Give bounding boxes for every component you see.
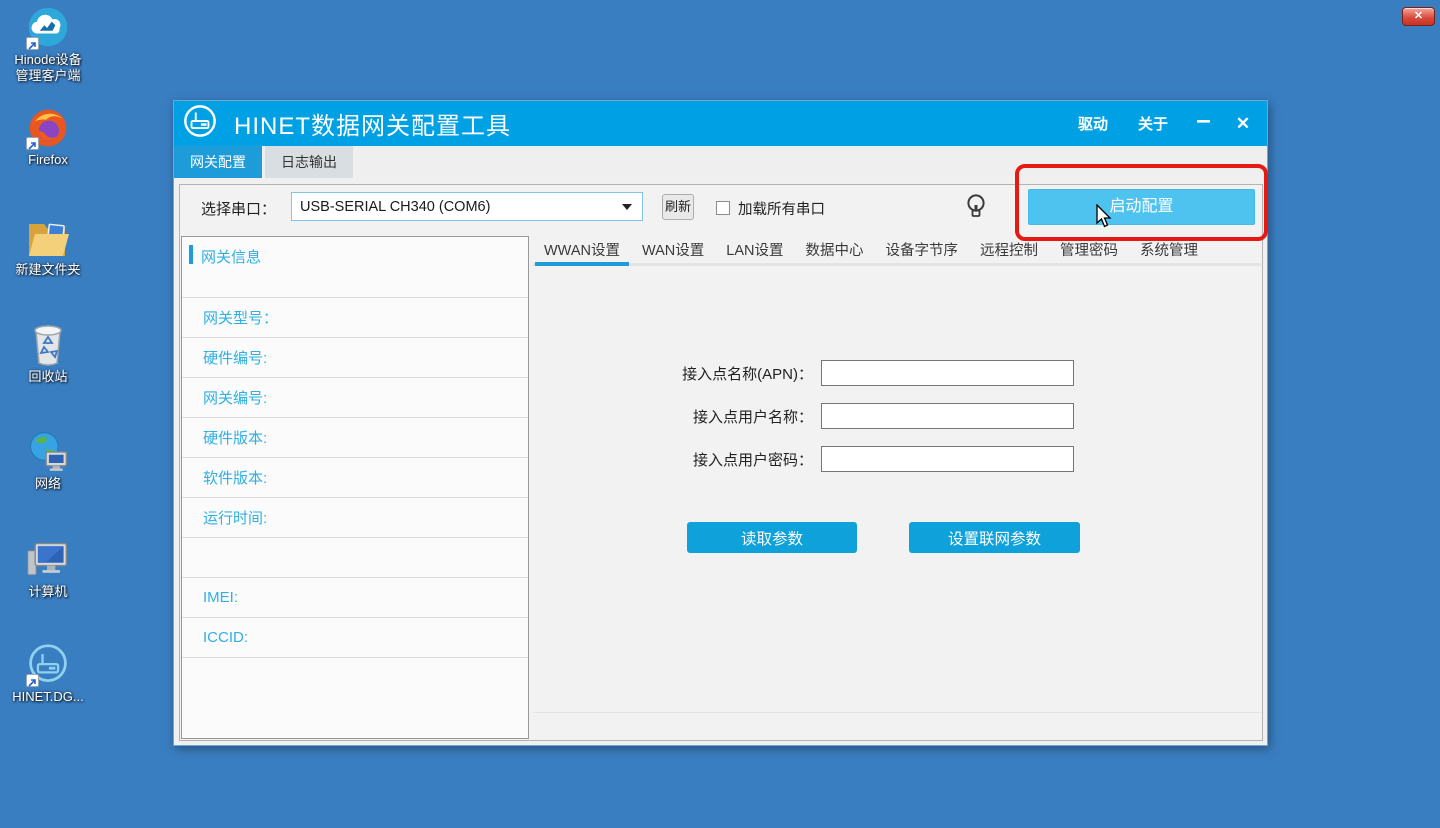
gateway-info-filler	[182, 657, 528, 738]
computer-icon	[25, 538, 71, 582]
form-field-row: 接入点用户密码：	[533, 445, 1261, 473]
shortcut-arrow-icon	[26, 674, 39, 687]
gateway-info-row-label: IMEI:	[203, 589, 238, 606]
form-field-input[interactable]	[821, 403, 1074, 429]
recycle-bin-icon	[25, 323, 71, 367]
window-close-button[interactable]: ✕	[1223, 114, 1263, 134]
desktop-icon-new-folder[interactable]: 新建文件夹	[0, 216, 96, 278]
about-menu[interactable]: 关于	[1123, 113, 1183, 134]
gateway-info-row-label: 硬件版本:	[203, 427, 267, 448]
read-params-button[interactable]: 读取参数	[687, 522, 857, 553]
main-tab[interactable]: 网关配置	[174, 146, 262, 178]
lightbulb-icon[interactable]	[965, 193, 987, 227]
load-all-ports-label: 加载所有串口	[738, 198, 825, 219]
set-network-params-button[interactable]: 设置联网参数	[909, 522, 1080, 553]
gateway-info-row: 运行时间:	[182, 497, 528, 537]
gateway-info-row-label: ICCID:	[203, 629, 248, 646]
desktop-icon-label: 计算机	[0, 584, 96, 600]
desktop-icon-label: 网络	[0, 476, 96, 492]
settings-tab[interactable]: 设备字节序	[875, 239, 970, 263]
desktop-icon-label: Hinode设备 管理客户端	[0, 52, 96, 84]
form-field-label: 接入点名称(APN)：	[533, 363, 821, 384]
gateway-info-row: 硬件编号:	[182, 337, 528, 377]
hinet-dg-icon	[25, 643, 71, 687]
form-field-label: 接入点用户密码：	[533, 449, 821, 470]
settings-panel: WWAN设置 WAN设置 LAN设置 数据中心 设备字节序 远程控制 管理密码 …	[533, 239, 1261, 713]
settings-tab[interactable]: 系统管理	[1129, 239, 1209, 263]
gateway-info-row	[182, 537, 528, 577]
desktop: { "desktop": { "icons": [ { "label_line1…	[0, 0, 1440, 828]
serial-port-value: USB-SERIAL CH340 (COM6)	[292, 199, 622, 215]
settings-tab[interactable]: LAN设置	[715, 239, 794, 263]
desktop-icon-computer[interactable]: 计算机	[0, 538, 96, 600]
firefox-icon	[25, 106, 71, 150]
gateway-info-row: 软件版本:	[182, 457, 528, 497]
app-window: HINET数据网关配置工具 驱动 关于 ✕ 网关配置 日志输出 选择串口： US…	[173, 100, 1268, 746]
desktop-icon-label: Firefox	[0, 152, 96, 168]
settings-tab[interactable]: WWAN设置	[533, 239, 631, 263]
window-title: HINET数据网关配置工具	[234, 106, 511, 141]
shortcut-arrow-icon	[26, 137, 39, 150]
settings-tab[interactable]: 数据中心	[795, 239, 875, 263]
gateway-info-row: 硬件版本:	[182, 417, 528, 457]
desktop-icon-hinet-dg[interactable]: HINET.DG...	[0, 643, 96, 705]
minimize-button[interactable]	[1183, 110, 1223, 129]
main-tab-bar: 网关配置 日志输出	[174, 146, 1267, 178]
desktop-icon-recycle-bin[interactable]: 回收站	[0, 323, 96, 385]
gateway-info-row-label: 网关型号：	[203, 307, 278, 328]
form-field-input[interactable]	[821, 446, 1074, 472]
hinode-client-icon	[25, 6, 71, 50]
desktop-icon-hinode-client[interactable]: Hinode设备 管理客户端	[0, 6, 96, 84]
settings-tab-bar: WWAN设置 WAN设置 LAN设置 数据中心 设备字节序 远程控制 管理密码 …	[533, 239, 1261, 266]
serial-port-select[interactable]: USB-SERIAL CH340 (COM6)	[291, 192, 643, 221]
shortcut-arrow-icon	[26, 37, 39, 50]
gateway-info-row: 网关编号:	[182, 377, 528, 417]
network-icon	[25, 430, 71, 474]
driver-menu[interactable]: 驱动	[1063, 113, 1123, 134]
desktop-icon-network[interactable]: 网络	[0, 430, 96, 492]
settings-tab[interactable]: 管理密码	[1049, 239, 1129, 263]
main-tab[interactable]: 日志输出	[265, 146, 353, 178]
settings-tab[interactable]: WAN设置	[631, 239, 715, 263]
start-config-button[interactable]: 启动配置	[1028, 189, 1255, 225]
desktop-icon-label: HINET.DG...	[0, 689, 96, 705]
form-field-row: 接入点用户名称：	[533, 402, 1261, 430]
gateway-info-row-label: 网关编号:	[203, 387, 267, 408]
form-field-row: 接入点名称(APN)：	[533, 359, 1261, 387]
desktop-close-button[interactable]: ✕	[1402, 7, 1435, 26]
accent-bar	[189, 245, 193, 264]
form-field-label: 接入点用户名称：	[533, 406, 821, 427]
gateway-info-header: 网关信息	[182, 237, 528, 297]
gateway-info-title: 网关信息	[201, 246, 261, 267]
settings-tab[interactable]: 远程控制	[969, 239, 1049, 263]
serial-port-label: 选择串口：	[201, 198, 276, 219]
app-logo-icon	[183, 104, 217, 143]
form-field-input[interactable]	[821, 360, 1074, 386]
gateway-info-row: 网关型号：	[182, 297, 528, 337]
folder-icon	[25, 216, 71, 260]
gateway-info-row-label: 软件版本:	[203, 467, 267, 488]
desktop-icon-firefox[interactable]: Firefox	[0, 106, 96, 168]
gateway-info-panel: 网关信息 网关型号： 硬件编号: 网关编号: 硬件版本:	[181, 236, 529, 739]
gateway-info-row: IMEI:	[182, 577, 528, 617]
desktop-icon-label: 回收站	[0, 369, 96, 385]
gateway-info-row: ICCID:	[182, 617, 528, 657]
chevron-down-icon	[622, 204, 632, 210]
refresh-button[interactable]: 刷新	[662, 194, 694, 220]
load-all-ports-checkbox[interactable]	[716, 201, 730, 215]
desktop-icon-label: 新建文件夹	[0, 262, 96, 278]
gateway-info-row-label: 硬件编号:	[203, 347, 267, 368]
titlebar: HINET数据网关配置工具 驱动 关于 ✕	[174, 101, 1267, 146]
gateway-info-row-label: 运行时间:	[203, 507, 267, 528]
